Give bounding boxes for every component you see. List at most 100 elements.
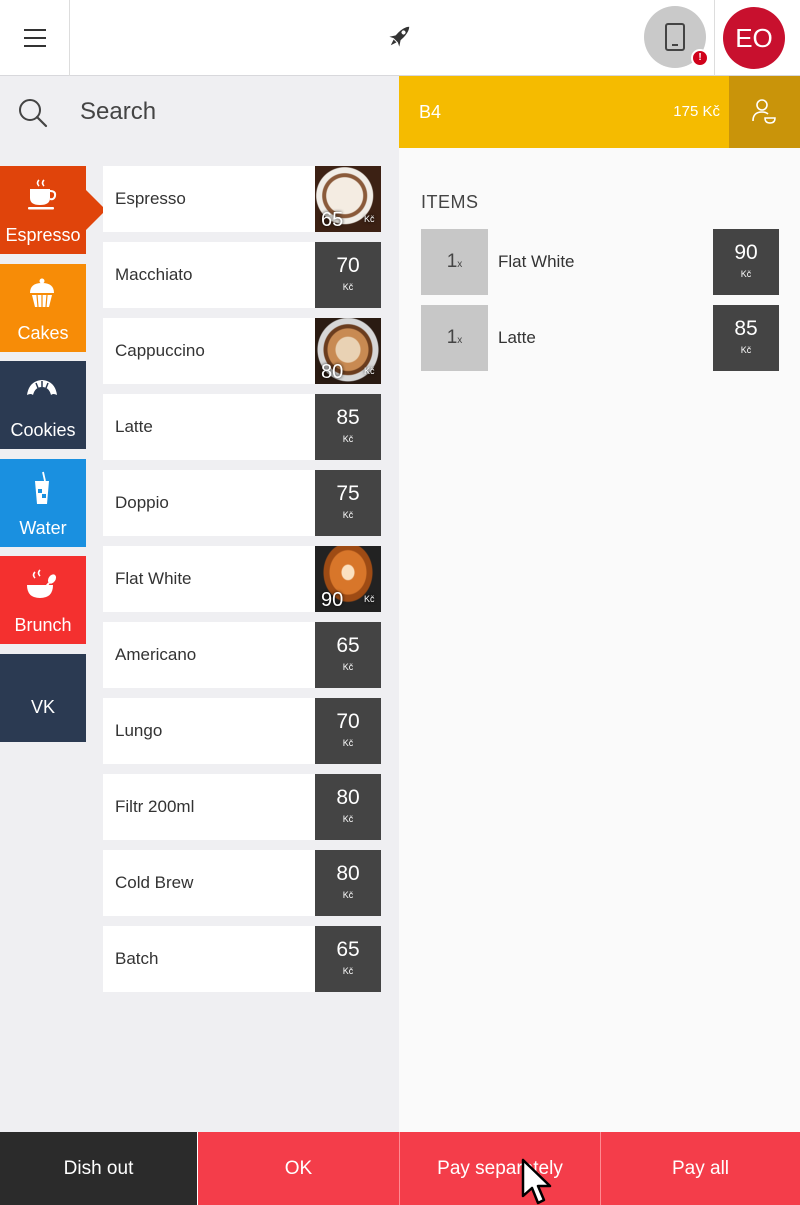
category-label: VK [30,696,55,717]
quantity-suffix: x [457,259,463,270]
item-price-box: 90 Kč [713,229,779,295]
category-cookies[interactable]: Cookies [0,361,86,450]
product-item[interactable]: Macchiato 70 Kč [103,242,381,308]
product-name: Doppio [115,493,169,512]
iced-drink-icon [35,471,49,504]
quantity-value: 1 [446,327,458,348]
order-item[interactable]: 1x Flat White 90 Kč [421,229,779,295]
product-price-box: 80 Kč [315,850,381,916]
product-price-box: 65 Kč [315,622,381,688]
product-item[interactable]: Batch 65 Kč [103,926,381,992]
product-price-box: 65 Kč [315,926,381,992]
product-price: 65 [321,209,344,231]
product-item[interactable]: Espresso 65 Kč [103,166,381,232]
search-icon [19,99,48,128]
product-item[interactable]: Filtr 200ml 80 Kč [103,774,381,840]
quantity-suffix: x [457,335,463,346]
category-label: Brunch [14,615,72,636]
order-total: 175 Kč [673,103,720,120]
currency: Kč [342,662,354,672]
product-name: Batch [115,949,159,968]
product-item[interactable]: Cold Brew 80 Kč [103,850,381,916]
product-price-box: 80 Kč [315,774,381,840]
product-item[interactable]: Americano 65 Kč [103,622,381,688]
product-name: Cold Brew [115,873,194,892]
item-quantity[interactable]: 1x [421,305,488,371]
product-item[interactable]: Lungo 70 Kč [103,698,381,764]
tablet-icon [665,23,685,51]
dish-out-button[interactable]: Dish out [0,1132,197,1205]
currency: Kč [342,890,354,900]
product-name: Latte [115,417,153,436]
croissant-icon [27,380,57,396]
user-avatar[interactable]: EO [723,7,785,69]
hamburger-menu-icon[interactable] [0,0,70,76]
category-espresso[interactable]: Espresso [0,166,106,254]
category-cakes[interactable]: Cakes [0,263,86,352]
item-quantity[interactable]: 1x [421,229,488,295]
product-photo-price: 80 Kč [315,318,381,384]
currency: Kč [342,510,354,520]
currency: Kč [342,814,354,824]
currency: Kč [342,738,354,748]
product-name: Lungo [115,721,163,740]
category-list: Espresso Cakes Cookies Water Brunch VK [0,166,106,752]
search-input[interactable] [70,92,370,132]
product-list: Espresso 65 Kč Macchiato 70 Kč Cappuccin… [103,166,381,1002]
product-item[interactable]: Flat White 90 Kč [103,546,381,612]
cupcake-icon [30,278,54,307]
top-bar: ! EO [0,0,800,76]
category-water[interactable]: Water [0,458,86,547]
search-bar [0,76,398,148]
item-name: Latte [498,328,536,347]
device-status-button[interactable]: ! [644,6,709,68]
product-name: Flat White [115,569,192,588]
category-label: Cookies [10,420,76,441]
category-label: Water [19,517,67,538]
product-price: 65 [336,634,360,657]
product-price: 65 [336,938,360,961]
coffee-cup-icon [28,179,57,210]
category-label: Cakes [17,322,69,343]
currency: Kč [364,594,375,604]
items-title: ITEMS [421,192,479,212]
product-name: Macchiato [115,265,193,284]
action-bar: Dish out OK Pay separately Pay all [0,1132,800,1205]
currency: Kč [364,366,375,376]
currency: Kč [342,434,354,444]
product-name: Cappuccino [115,341,205,360]
product-price-box: 75 Kč [315,470,381,536]
category-brunch[interactable]: Brunch [0,556,86,645]
product-item[interactable]: Latte 85 Kč [103,394,381,460]
pay-all-button[interactable]: Pay all [600,1132,800,1205]
product-price: 80 [336,786,360,809]
product-price: 70 [336,710,360,733]
item-price: 85 [734,317,758,340]
rocket-icon [389,26,410,47]
category-vk[interactable]: VK [0,653,86,742]
currency: Kč [342,966,354,976]
product-item[interactable]: Doppio 75 Kč [103,470,381,536]
product-price: 75 [336,482,360,505]
product-price: 70 [336,254,360,277]
product-photo-price: 65 Kč [315,166,381,232]
product-price-box: 85 Kč [315,394,381,460]
product-name: Americano [115,645,197,664]
currency: Kč [740,345,752,355]
item-price-box: 85 Kč [713,305,779,371]
product-price: 85 [336,406,360,429]
product-name: Filtr 200ml [115,797,195,816]
guest-button[interactable] [729,76,800,148]
mouse-cursor-icon [521,1158,552,1205]
product-price: 80 [336,862,360,885]
ok-button[interactable]: OK [197,1132,399,1205]
product-item[interactable]: Cappuccino 80 Kč [103,318,381,384]
pay-separately-button[interactable]: Pay separately [399,1132,600,1205]
currency: Kč [364,214,375,224]
divider [714,0,715,76]
product-price-box: 70 Kč [315,242,381,308]
item-price: 90 [734,241,758,264]
order-header[interactable]: B4 175 Kč [399,76,800,148]
bowl-spoon-icon [27,569,57,599]
order-item[interactable]: 1x Latte 85 Kč [421,305,779,371]
